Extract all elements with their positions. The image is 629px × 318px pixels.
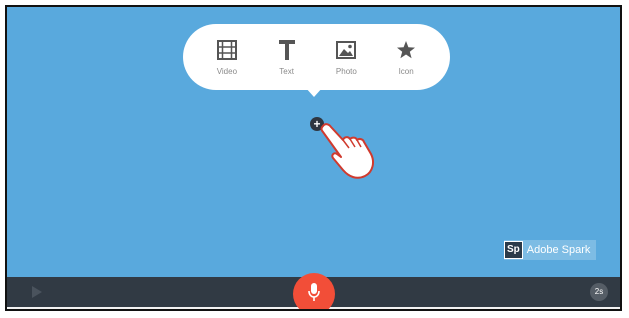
slide-canvas[interactable]: Video Text Photo Icon + Sp Adobe Spark <box>7 7 620 277</box>
microphone-icon <box>307 282 321 307</box>
slide-duration-badge[interactable]: 2s <box>590 283 608 301</box>
play-icon[interactable] <box>31 285 43 304</box>
bottom-toolbar: 2s <box>7 273 620 309</box>
text-t-icon <box>278 38 296 62</box>
image-icon <box>336 38 357 62</box>
menu-item-photo[interactable]: Photo <box>318 38 374 76</box>
menu-item-label: Photo <box>335 67 357 76</box>
app-frame: Video Text Photo Icon + Sp Adobe Spark 2… <box>5 5 622 311</box>
menu-item-video[interactable]: Video <box>199 38 255 76</box>
watermark-text: Adobe Spark <box>526 244 591 256</box>
pointing-hand-icon <box>319 120 381 187</box>
menu-item-text[interactable]: Text <box>259 38 315 76</box>
record-voice-button[interactable] <box>293 273 335 309</box>
adobe-spark-watermark: Sp Adobe Spark <box>504 240 597 260</box>
film-icon <box>216 38 237 62</box>
add-content-menu: Video Text Photo Icon <box>183 24 450 90</box>
menu-pointer <box>305 87 323 97</box>
menu-item-label: Text <box>279 67 294 76</box>
menu-item-label: Icon <box>398 67 414 76</box>
spark-logo: Sp <box>504 241 523 259</box>
menu-item-label: Video <box>216 67 238 76</box>
star-icon <box>396 38 416 62</box>
menu-item-icon[interactable]: Icon <box>378 38 434 76</box>
